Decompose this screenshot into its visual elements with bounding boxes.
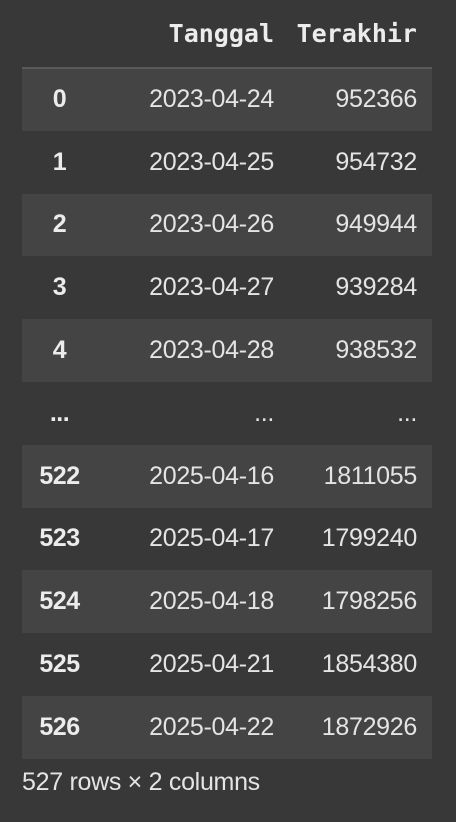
cell-terakhir: 1799240 xyxy=(321,524,418,553)
header-tanggal: Tanggal xyxy=(97,0,274,69)
table-row: 3 2023-04-27 939284 xyxy=(22,256,432,320)
cell-terakhir: 938532 xyxy=(335,336,417,365)
row-index: 524 xyxy=(39,587,80,616)
dataframe-output: Tanggal Terakhir 0 2023-04-24 952366 1 2… xyxy=(22,0,432,759)
table-row: 4 2023-04-28 938532 xyxy=(22,319,432,382)
table-row: 525 2025-04-21 1854380 xyxy=(22,633,432,696)
row-index-ellipsis: ... xyxy=(49,398,70,427)
row-index: 0 xyxy=(52,85,67,114)
cell-terakhir: 1811055 xyxy=(323,461,418,490)
row-index: 4 xyxy=(52,336,67,365)
table-row: 2 2023-04-26 949944 xyxy=(22,193,432,257)
cell-tanggal: 2023-04-27 xyxy=(149,273,274,302)
dataframe-shape-text: 527 rows × 2 columns xyxy=(22,768,260,796)
table-row: 526 2025-04-22 1872926 xyxy=(22,695,432,759)
table-body: 0 2023-04-24 952366 1 2023-04-25 954732 … xyxy=(22,68,432,759)
cell-tanggal: 2023-04-26 xyxy=(149,210,274,239)
header-row: Tanggal Terakhir xyxy=(22,0,432,69)
row-index: 526 xyxy=(39,712,80,741)
table-row: 524 2025-04-18 1798256 xyxy=(22,570,432,634)
table-row: 1 2023-04-25 954732 xyxy=(22,130,432,194)
row-index: 1 xyxy=(52,147,67,176)
header-index xyxy=(22,0,97,69)
row-index: 522 xyxy=(39,461,80,490)
table-row: 0 2023-04-24 952366 xyxy=(22,68,432,131)
cell-terakhir: 1798256 xyxy=(321,587,418,616)
row-index: 2 xyxy=(52,210,67,239)
cell-tanggal: 2025-04-18 xyxy=(149,587,274,616)
cell-terakhir: 952366 xyxy=(335,85,417,114)
cell-tanggal: 2023-04-25 xyxy=(149,147,274,176)
dataframe-table: Tanggal Terakhir 0 2023-04-24 952366 1 2… xyxy=(22,0,432,759)
cell-tanggal-ellipsis: ... xyxy=(254,398,274,427)
cell-terakhir: 949944 xyxy=(335,210,417,239)
cell-terakhir: 1854380 xyxy=(321,650,418,679)
cell-terakhir: 1872926 xyxy=(321,712,418,741)
cell-tanggal: 2025-04-17 xyxy=(149,524,274,553)
cell-terakhir-ellipsis: ... xyxy=(397,398,417,427)
table-row: 522 2025-04-16 1811055 xyxy=(22,444,432,508)
row-index: 3 xyxy=(52,273,67,302)
cell-tanggal: 2025-04-21 xyxy=(149,650,274,679)
cell-tanggal: 2025-04-22 xyxy=(149,712,274,741)
cell-tanggal: 2023-04-24 xyxy=(149,85,274,114)
table-row: 523 2025-04-17 1799240 xyxy=(22,507,432,571)
ellipsis-row: ... ... ... xyxy=(22,381,432,445)
row-index: 523 xyxy=(39,524,80,553)
cell-tanggal: 2025-04-16 xyxy=(149,461,274,490)
table-header: Tanggal Terakhir xyxy=(22,0,432,69)
cell-tanggal: 2023-04-28 xyxy=(149,336,274,365)
cell-terakhir: 939284 xyxy=(335,273,417,302)
header-terakhir: Terakhir xyxy=(274,0,432,69)
row-index: 525 xyxy=(39,650,80,679)
cell-terakhir: 954732 xyxy=(335,147,417,176)
